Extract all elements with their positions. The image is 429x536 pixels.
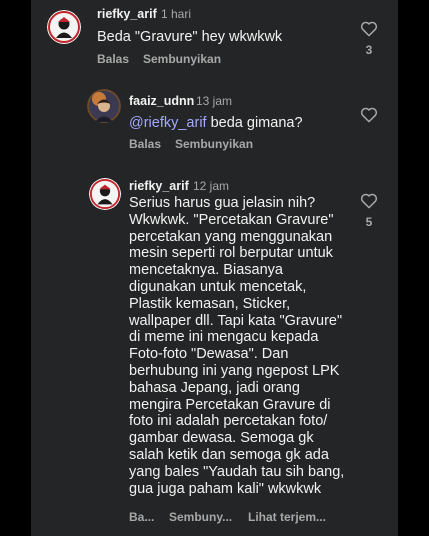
mention-link[interactable]: @riefky_arif — [129, 115, 207, 131]
comment-username[interactable]: riefky_arif — [97, 7, 157, 21]
avatar[interactable] — [47, 10, 81, 44]
comment-text: Serius harus gua jelasin nih? Wkwkwk. "P… — [129, 195, 345, 497]
reply-button[interactable]: Balas — [129, 137, 161, 151]
comment-item: riefky_arif 1 hari Beda "Gravure" hey wk… — [31, 0, 398, 72]
avatar[interactable] — [89, 178, 121, 210]
reply-item: faaiz_udnn 13 jam @riefky_arif beda gima… — [31, 84, 398, 156]
heart-outline-icon[interactable] — [360, 192, 378, 209]
reply-button[interactable]: Ba... — [129, 510, 154, 524]
heart-outline-icon[interactable] — [360, 20, 378, 37]
comment-time: 1 hari — [161, 7, 192, 21]
comments-panel: riefky_arif 1 hari Beda "Gravure" hey wk… — [31, 0, 398, 536]
like-count: 5 — [365, 215, 373, 229]
heart-outline-icon[interactable] — [360, 106, 378, 123]
comment-text: @riefky_arif beda gimana? — [129, 115, 349, 132]
comment-text-body: beda gimana? — [206, 115, 303, 131]
hide-button[interactable]: Sembuny... — [169, 510, 232, 524]
comment-username[interactable]: riefky_arif — [129, 179, 189, 193]
hide-button[interactable]: Sembunyikan — [175, 137, 253, 151]
hide-button[interactable]: Sembunyikan — [143, 52, 221, 66]
reply-button[interactable]: Balas — [97, 52, 129, 66]
comment-text: Beda "Gravure" hey wkwkwk — [97, 29, 283, 45]
see-translation-button[interactable]: Lihat terjem... — [248, 510, 326, 524]
comment-username[interactable]: faaiz_udnn — [129, 94, 194, 108]
avatar[interactable] — [87, 89, 121, 123]
like-count: 3 — [365, 43, 373, 57]
comment-time: 12 jam — [193, 179, 230, 193]
reply-item: riefky_arif 12 jam Serius harus gua jela… — [31, 172, 398, 536]
comment-time: 13 jam — [196, 94, 233, 108]
